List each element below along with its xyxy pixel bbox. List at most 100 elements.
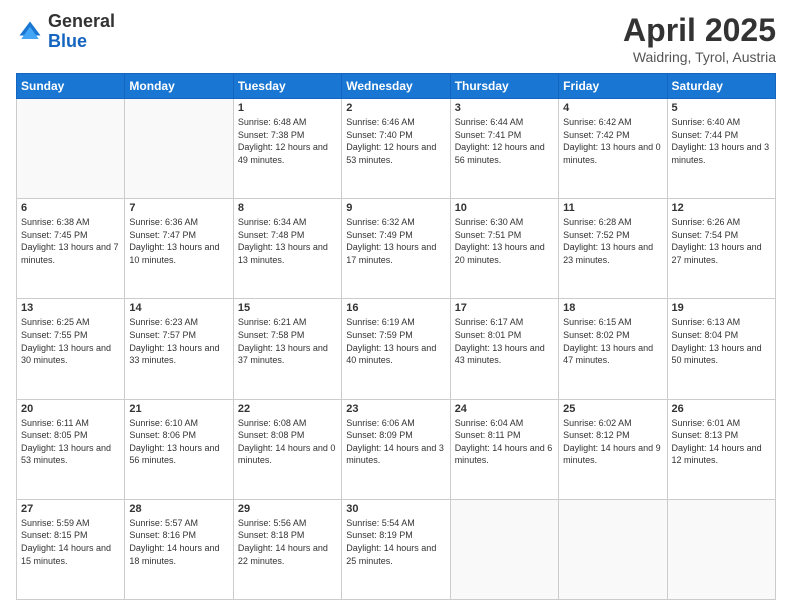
- day-number: 25: [563, 403, 662, 415]
- day-number: 22: [238, 403, 337, 415]
- day-detail: Sunrise: 6:10 AMSunset: 8:06 PMDaylight:…: [129, 417, 228, 467]
- calendar-cell: 6 Sunrise: 6:38 AMSunset: 7:45 PMDaylight…: [17, 199, 125, 299]
- day-number: 20: [21, 403, 120, 415]
- logo: General Blue: [16, 12, 115, 52]
- day-detail: Sunrise: 5:57 AMSunset: 8:16 PMDaylight:…: [129, 517, 228, 567]
- day-detail: Sunrise: 6:38 AMSunset: 7:45 PMDaylight:…: [21, 216, 120, 266]
- calendar-cell: 30 Sunrise: 5:54 AMSunset: 8:19 PMDayligh…: [342, 499, 450, 599]
- calendar-cell: 2 Sunrise: 6:46 AMSunset: 7:40 PMDaylight…: [342, 99, 450, 199]
- day-detail: Sunrise: 6:48 AMSunset: 7:38 PMDaylight:…: [238, 116, 337, 166]
- day-detail: Sunrise: 6:32 AMSunset: 7:49 PMDaylight:…: [346, 216, 445, 266]
- day-detail: Sunrise: 6:44 AMSunset: 7:41 PMDaylight:…: [455, 116, 554, 166]
- day-number: 6: [21, 202, 120, 214]
- day-detail: Sunrise: 5:59 AMSunset: 8:15 PMDaylight:…: [21, 517, 120, 567]
- day-number: 16: [346, 302, 445, 314]
- day-number: 11: [563, 202, 662, 214]
- day-detail: Sunrise: 6:21 AMSunset: 7:58 PMDaylight:…: [238, 316, 337, 366]
- day-detail: Sunrise: 6:36 AMSunset: 7:47 PMDaylight:…: [129, 216, 228, 266]
- calendar-cell: 25 Sunrise: 6:02 AMSunset: 8:12 PMDayligh…: [559, 399, 667, 499]
- calendar-cell: 13 Sunrise: 6:25 AMSunset: 7:55 PMDayligh…: [17, 299, 125, 399]
- calendar-cell: 24 Sunrise: 6:04 AMSunset: 8:11 PMDayligh…: [450, 399, 558, 499]
- weekday-header-wednesday: Wednesday: [342, 74, 450, 99]
- day-number: 23: [346, 403, 445, 415]
- calendar-cell: 3 Sunrise: 6:44 AMSunset: 7:41 PMDaylight…: [450, 99, 558, 199]
- day-number: 27: [21, 503, 120, 515]
- day-number: 9: [346, 202, 445, 214]
- day-number: 1: [238, 102, 337, 114]
- calendar-cell: 17Sunrise: 6:17 AMSunset: 8:01 PMDayligh…: [450, 299, 558, 399]
- calendar-cell: 21 Sunrise: 6:10 AMSunset: 8:06 PMDayligh…: [125, 399, 233, 499]
- calendar-cell: 8 Sunrise: 6:34 AMSunset: 7:48 PMDaylight…: [233, 199, 341, 299]
- day-number: 15: [238, 302, 337, 314]
- day-detail: Sunrise: 6:15 AMSunset: 8:02 PMDaylight:…: [563, 316, 662, 366]
- day-number: 24: [455, 403, 554, 415]
- day-detail: Sunrise: 6:08 AMSunset: 8:08 PMDaylight:…: [238, 417, 337, 467]
- weekday-header-thursday: Thursday: [450, 74, 558, 99]
- day-detail: Sunrise: 6:06 AMSunset: 8:09 PMDaylight:…: [346, 417, 445, 467]
- day-detail: Sunrise: 6:40 AMSunset: 7:44 PMDaylight:…: [672, 116, 771, 166]
- weekday-header-friday: Friday: [559, 74, 667, 99]
- day-detail: Sunrise: 6:17 AMSunset: 8:01 PMDaylight:…: [455, 316, 554, 366]
- day-number: 7: [129, 202, 228, 214]
- day-detail: Sunrise: 6:23 AMSunset: 7:57 PMDaylight:…: [129, 316, 228, 366]
- weekday-header-tuesday: Tuesday: [233, 74, 341, 99]
- day-detail: Sunrise: 5:56 AMSunset: 8:18 PMDaylight:…: [238, 517, 337, 567]
- calendar-table: SundayMondayTuesdayWednesdayThursdayFrid…: [16, 73, 776, 600]
- day-detail: Sunrise: 6:25 AMSunset: 7:55 PMDaylight:…: [21, 316, 120, 366]
- calendar-cell: 26Sunrise: 6:01 AMSunset: 8:13 PMDayligh…: [667, 399, 775, 499]
- day-number: 18: [563, 302, 662, 314]
- calendar-cell: 16 Sunrise: 6:19 AMSunset: 7:59 PMDayligh…: [342, 299, 450, 399]
- calendar-cell: 19 Sunrise: 6:13 AMSunset: 8:04 PMDayligh…: [667, 299, 775, 399]
- day-number: 8: [238, 202, 337, 214]
- logo-general-text: General: [48, 11, 115, 31]
- day-number: 30: [346, 503, 445, 515]
- weekday-header-row: SundayMondayTuesdayWednesdayThursdayFrid…: [17, 74, 776, 99]
- day-detail: Sunrise: 6:34 AMSunset: 7:48 PMDaylight:…: [238, 216, 337, 266]
- calendar-cell: 4 Sunrise: 6:42 AMSunset: 7:42 PMDaylight…: [559, 99, 667, 199]
- day-detail: Sunrise: 6:46 AMSunset: 7:40 PMDaylight:…: [346, 116, 445, 166]
- day-number: 4: [563, 102, 662, 114]
- calendar-cell: [17, 99, 125, 199]
- calendar-cell: 20Sunrise: 6:11 AMSunset: 8:05 PMDayligh…: [17, 399, 125, 499]
- week-row-3: 20Sunrise: 6:11 AMSunset: 8:05 PMDayligh…: [17, 399, 776, 499]
- day-number: 19: [672, 302, 771, 314]
- calendar-cell: 28Sunrise: 5:57 AMSunset: 8:16 PMDayligh…: [125, 499, 233, 599]
- day-detail: Sunrise: 6:28 AMSunset: 7:52 PMDaylight:…: [563, 216, 662, 266]
- day-detail: Sunrise: 6:02 AMSunset: 8:12 PMDaylight:…: [563, 417, 662, 467]
- calendar-cell: 27 Sunrise: 5:59 AMSunset: 8:15 PMDayligh…: [17, 499, 125, 599]
- calendar-cell: 14Sunrise: 6:23 AMSunset: 7:57 PMDayligh…: [125, 299, 233, 399]
- day-detail: Sunrise: 6:42 AMSunset: 7:42 PMDaylight:…: [563, 116, 662, 166]
- calendar-cell: 5 Sunrise: 6:40 AMSunset: 7:44 PMDaylight…: [667, 99, 775, 199]
- calendar-cell: 12Sunrise: 6:26 AMSunset: 7:54 PMDayligh…: [667, 199, 775, 299]
- calendar-cell: 9 Sunrise: 6:32 AMSunset: 7:49 PMDaylight…: [342, 199, 450, 299]
- day-detail: Sunrise: 6:04 AMSunset: 8:11 PMDaylight:…: [455, 417, 554, 467]
- day-number: 10: [455, 202, 554, 214]
- calendar-cell: [559, 499, 667, 599]
- day-number: 2: [346, 102, 445, 114]
- logo-blue-text: Blue: [48, 31, 87, 51]
- page: General Blue April 2025 Waidring, Tyrol,…: [0, 0, 792, 612]
- calendar-cell: [125, 99, 233, 199]
- day-detail: Sunrise: 6:13 AMSunset: 8:04 PMDaylight:…: [672, 316, 771, 366]
- week-row-2: 13 Sunrise: 6:25 AMSunset: 7:55 PMDayligh…: [17, 299, 776, 399]
- sub-title: Waidring, Tyrol, Austria: [623, 49, 776, 65]
- logo-icon: [16, 18, 44, 46]
- day-detail: Sunrise: 6:19 AMSunset: 7:59 PMDaylight:…: [346, 316, 445, 366]
- day-detail: Sunrise: 6:01 AMSunset: 8:13 PMDaylight:…: [672, 417, 771, 467]
- calendar-cell: 15 Sunrise: 6:21 AMSunset: 7:58 PMDayligh…: [233, 299, 341, 399]
- weekday-header-monday: Monday: [125, 74, 233, 99]
- day-detail: Sunrise: 5:54 AMSunset: 8:19 PMDaylight:…: [346, 517, 445, 567]
- calendar-cell: [667, 499, 775, 599]
- day-number: 13: [21, 302, 120, 314]
- day-number: 3: [455, 102, 554, 114]
- day-number: 12: [672, 202, 771, 214]
- day-number: 5: [672, 102, 771, 114]
- week-row-0: 1 Sunrise: 6:48 AMSunset: 7:38 PMDaylight…: [17, 99, 776, 199]
- logo-text: General Blue: [48, 12, 115, 52]
- calendar-cell: 29Sunrise: 5:56 AMSunset: 8:18 PMDayligh…: [233, 499, 341, 599]
- day-number: 21: [129, 403, 228, 415]
- weekday-header-saturday: Saturday: [667, 74, 775, 99]
- calendar-cell: 18 Sunrise: 6:15 AMSunset: 8:02 PMDayligh…: [559, 299, 667, 399]
- header: General Blue April 2025 Waidring, Tyrol,…: [16, 12, 776, 65]
- week-row-1: 6 Sunrise: 6:38 AMSunset: 7:45 PMDaylight…: [17, 199, 776, 299]
